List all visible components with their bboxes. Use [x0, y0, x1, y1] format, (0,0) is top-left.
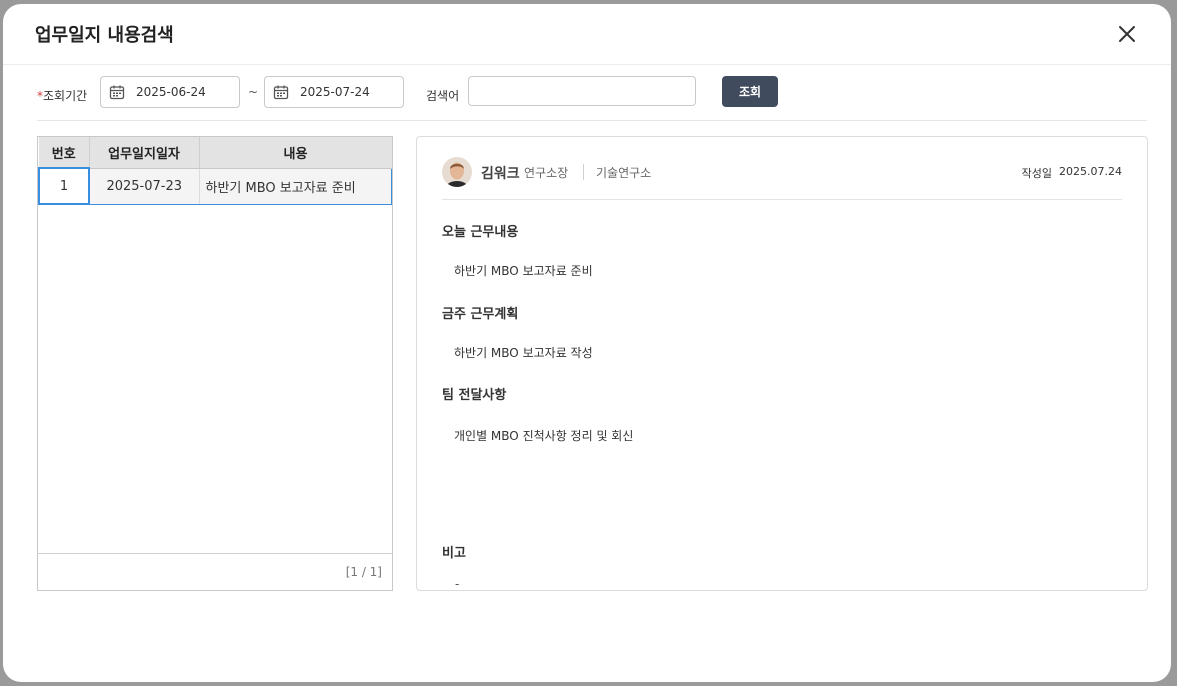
keyword-input[interactable]: [468, 76, 696, 106]
author-name: 김워크: [481, 166, 520, 182]
author-row: 김워크 연구소장 기술연구소 작성일 2025.07.24: [442, 155, 1122, 200]
start-date-value: 2025-06-24: [136, 85, 206, 99]
close-icon: [1119, 26, 1135, 42]
date-range-separator: ~: [248, 85, 259, 99]
avatar: [442, 157, 472, 187]
keyword-label: 검색어: [426, 89, 460, 103]
work-log-search-modal: 업무일지 내용검색 *조회기간 2025-06-24 ~ 2025-07-24 …: [3, 4, 1171, 682]
section-body-today: 하반기 MBO 보고자료 준비: [454, 264, 593, 278]
section-title-week: 금주 근무계획: [442, 307, 519, 322]
written-date: 2025.07.24: [1059, 165, 1122, 178]
author-title: 연구소장: [524, 166, 569, 180]
written-date-label: 작성일: [1021, 167, 1052, 180]
work-log-grid: 번호 업무일지일자 내용 1 2025-07-23 하반기 MBO 보고자료 준…: [37, 136, 393, 591]
grid-table: 번호 업무일지일자 내용 1 2025-07-23 하반기 MBO 보고자료 준…: [38, 137, 392, 205]
search-button[interactable]: 조회: [722, 76, 778, 107]
column-header-no[interactable]: 번호: [39, 137, 90, 169]
modal-header: 업무일지 내용검색: [3, 4, 1171, 65]
cell-no[interactable]: 1: [38, 167, 90, 205]
cell-content[interactable]: 하반기 MBO 보고자료 준비: [199, 167, 392, 205]
separator: [583, 164, 584, 180]
modal-title: 업무일지 내용검색: [35, 25, 174, 46]
cell-date[interactable]: 2025-07-23: [89, 167, 200, 205]
column-header-content[interactable]: 내용: [199, 137, 392, 169]
end-date-value: 2025-07-24: [300, 85, 370, 99]
calendar-icon[interactable]: [273, 84, 289, 100]
close-button[interactable]: [1115, 22, 1139, 46]
grid-footer: [1 / 1]: [38, 553, 392, 590]
author-department: 기술연구소: [596, 166, 652, 180]
pager: [1 / 1]: [345, 565, 382, 579]
start-date-field[interactable]: 2025-06-24: [100, 76, 240, 108]
section-body-remark: -: [455, 577, 460, 591]
table-row[interactable]: 1 2025-07-23 하반기 MBO 보고자료 준비: [38, 167, 392, 205]
section-body-week: 하반기 MBO 보고자료 작성: [454, 346, 593, 360]
end-date-field[interactable]: 2025-07-24: [264, 76, 404, 108]
section-title-remark: 비고: [442, 546, 466, 561]
filter-row: *조회기간 2025-06-24 ~ 2025-07-24 검색어 조회: [37, 76, 1147, 121]
period-label: *조회기간: [37, 89, 88, 103]
section-title-team: 팀 전달사항: [442, 388, 507, 403]
grid-header-row: 번호 업무일지일자 내용: [39, 137, 392, 169]
column-header-date[interactable]: 업무일지일자: [89, 137, 200, 169]
detail-panel: 김워크 연구소장 기술연구소 작성일 2025.07.24 오늘 근무내용 하반…: [416, 136, 1148, 591]
calendar-icon[interactable]: [109, 84, 125, 100]
section-body-team: 개인별 MBO 진척사항 정리 및 회신: [454, 429, 634, 443]
section-title-today: 오늘 근무내용: [442, 225, 519, 240]
